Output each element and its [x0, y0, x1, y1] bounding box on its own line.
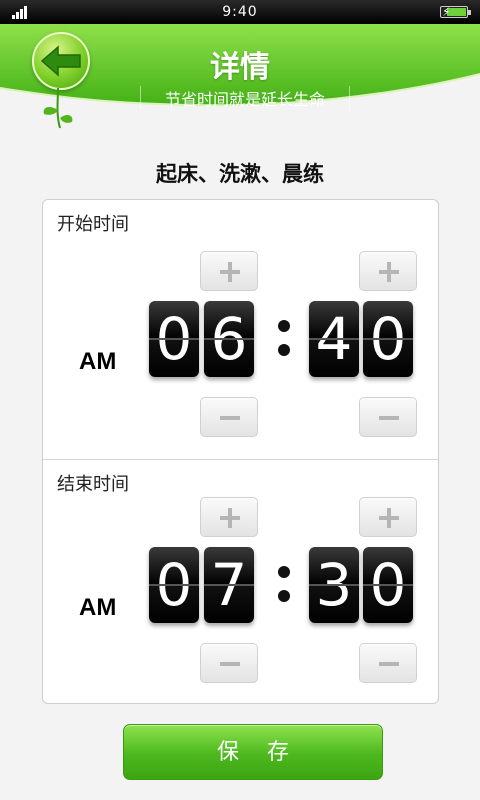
minus-icon — [379, 416, 399, 420]
start-minute-digit-1: 4 — [309, 301, 359, 377]
page-title: 详情 — [210, 50, 270, 85]
start-minute-decrement-button[interactable] — [359, 397, 417, 437]
start-hour-increment-button[interactable] — [200, 251, 258, 291]
end-hour-increment-button[interactable] — [200, 497, 258, 537]
end-hour-digit-2: 7 — [204, 547, 254, 623]
start-time-colon — [276, 318, 292, 358]
battery-icon: ⚡ — [440, 5, 471, 19]
end-ampm[interactable]: AM — [79, 594, 116, 622]
save-button[interactable]: 保存 — [123, 724, 383, 780]
start-time-label: 开始时间 — [57, 214, 129, 235]
end-time-colon — [276, 564, 292, 604]
plus-icon — [379, 508, 399, 528]
plus-icon — [220, 262, 240, 282]
page-subtitle: 节省时间就是延长生命 — [140, 86, 350, 110]
task-title: 起床、洗漱、晨练 — [156, 162, 324, 186]
start-hour-digit-1: 0 — [149, 301, 199, 377]
end-minute-increment-button[interactable] — [359, 497, 417, 537]
status-bar: 9:40 ⚡ — [0, 0, 480, 24]
end-time-label: 结束时间 — [57, 474, 129, 495]
leaf-icon — [43, 88, 73, 129]
end-minute-digit-1: 3 — [309, 547, 359, 623]
section-divider — [43, 459, 438, 460]
header: 详情 节省时间就是延长生命 — [0, 24, 480, 129]
start-hour-decrement-button[interactable] — [200, 397, 258, 437]
minus-icon — [220, 662, 240, 666]
end-hour-digit-1: 0 — [149, 547, 199, 623]
status-time: 9:40 — [222, 4, 258, 20]
plus-icon — [220, 508, 240, 528]
time-card: 开始时间 AM 0 6 4 0 结束时间 AM 0 7 3 0 — [42, 199, 439, 704]
end-hour-decrement-button[interactable] — [200, 643, 258, 683]
minus-icon — [220, 416, 240, 420]
minus-icon — [379, 662, 399, 666]
start-minute-digit-2: 0 — [363, 301, 413, 377]
start-hour-digit-2: 6 — [204, 301, 254, 377]
end-minute-decrement-button[interactable] — [359, 643, 417, 683]
plus-icon — [379, 262, 399, 282]
start-minute-increment-button[interactable] — [359, 251, 417, 291]
end-minute-digit-2: 0 — [363, 547, 413, 623]
start-ampm[interactable]: AM — [79, 348, 116, 376]
